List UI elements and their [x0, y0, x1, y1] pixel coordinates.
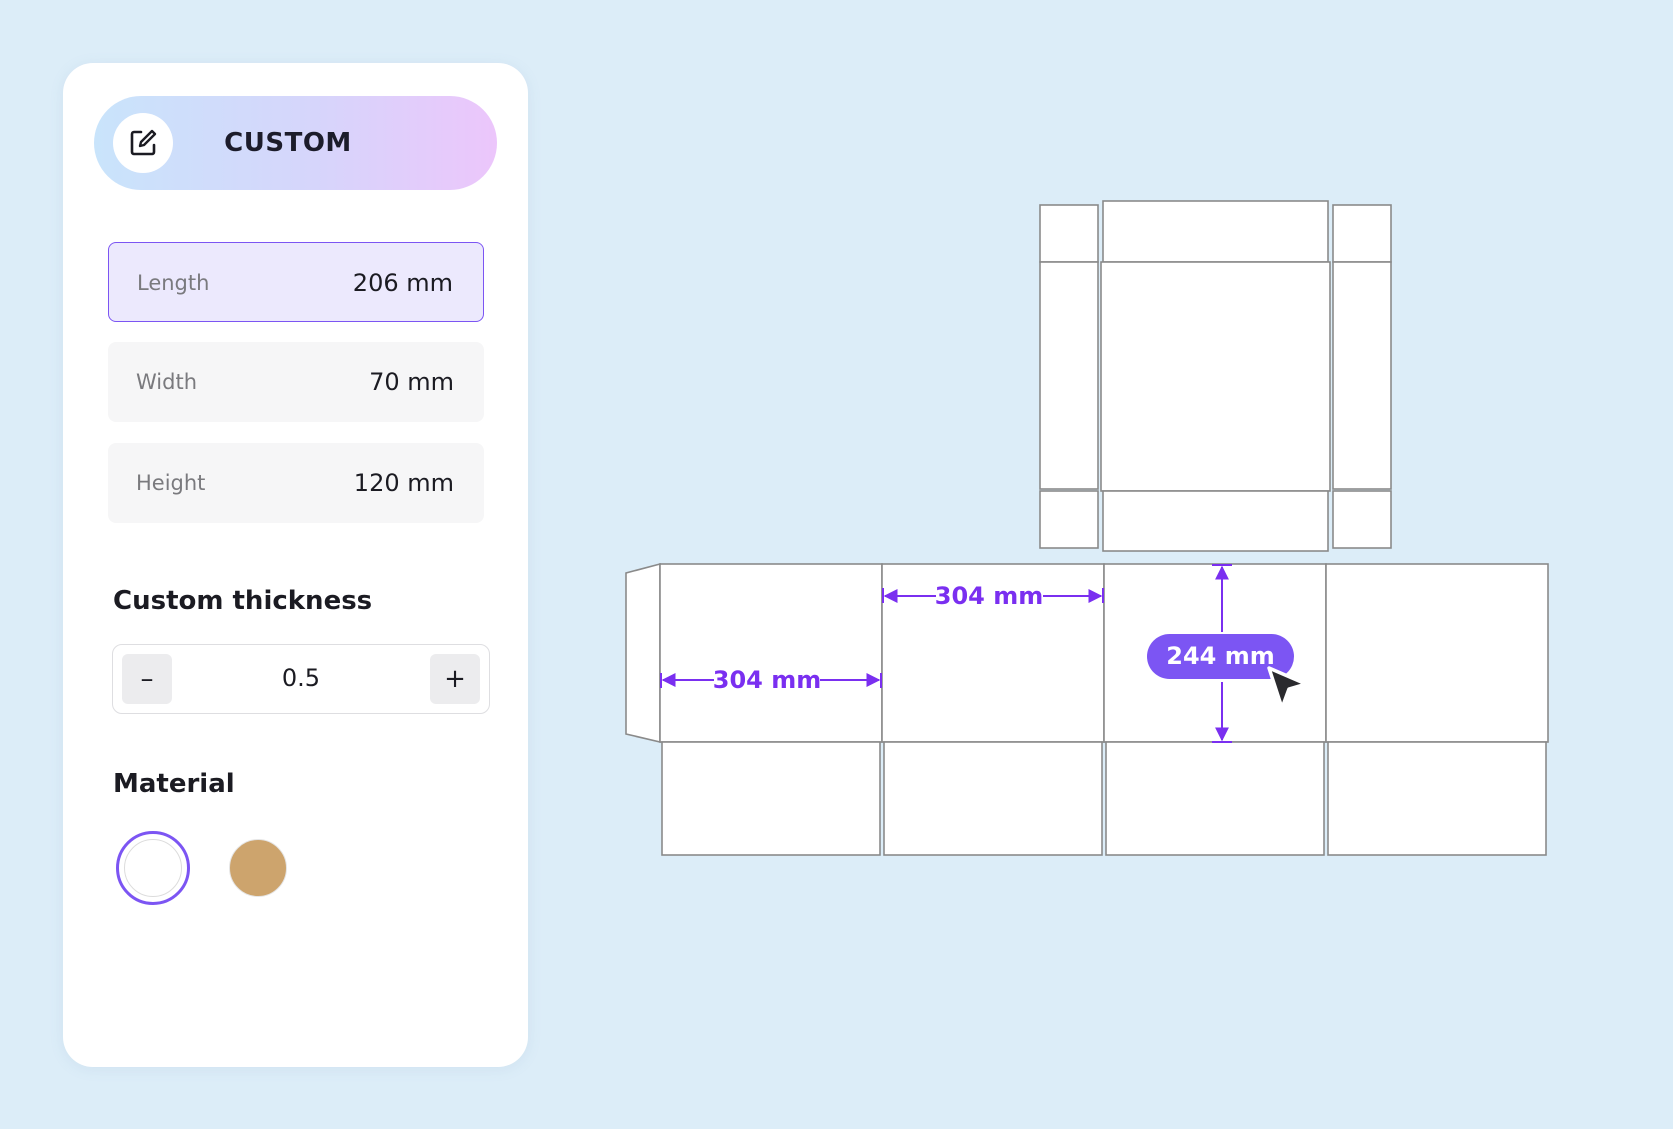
side-panel-4 — [1325, 563, 1549, 743]
lid-flap-bottom — [1102, 490, 1329, 552]
glue-tab — [625, 562, 661, 744]
lid-corner-tr — [1332, 204, 1392, 263]
lid-flap-left — [1039, 261, 1099, 490]
lid-corner-tl — [1039, 204, 1099, 263]
second-panel-width-label: 304 mm — [935, 582, 1043, 610]
arrow-cursor-icon — [1267, 666, 1308, 710]
lid-flap-top — [1102, 200, 1329, 263]
left-panel-width-label: 304 mm — [713, 666, 821, 694]
lid-corner-bl — [1039, 490, 1099, 549]
bottom-flap-2 — [883, 741, 1103, 856]
bottom-flap-1 — [661, 741, 881, 856]
lid-corner-br — [1332, 490, 1392, 549]
bottom-flap-4 — [1327, 741, 1547, 856]
bottom-flap-3 — [1105, 741, 1325, 856]
side-panel-1 — [659, 563, 883, 743]
lid-flap-right — [1332, 261, 1392, 490]
lid-panel — [1100, 261, 1331, 492]
box-dieline: 304 mm 304 mm — [625, 200, 1549, 856]
